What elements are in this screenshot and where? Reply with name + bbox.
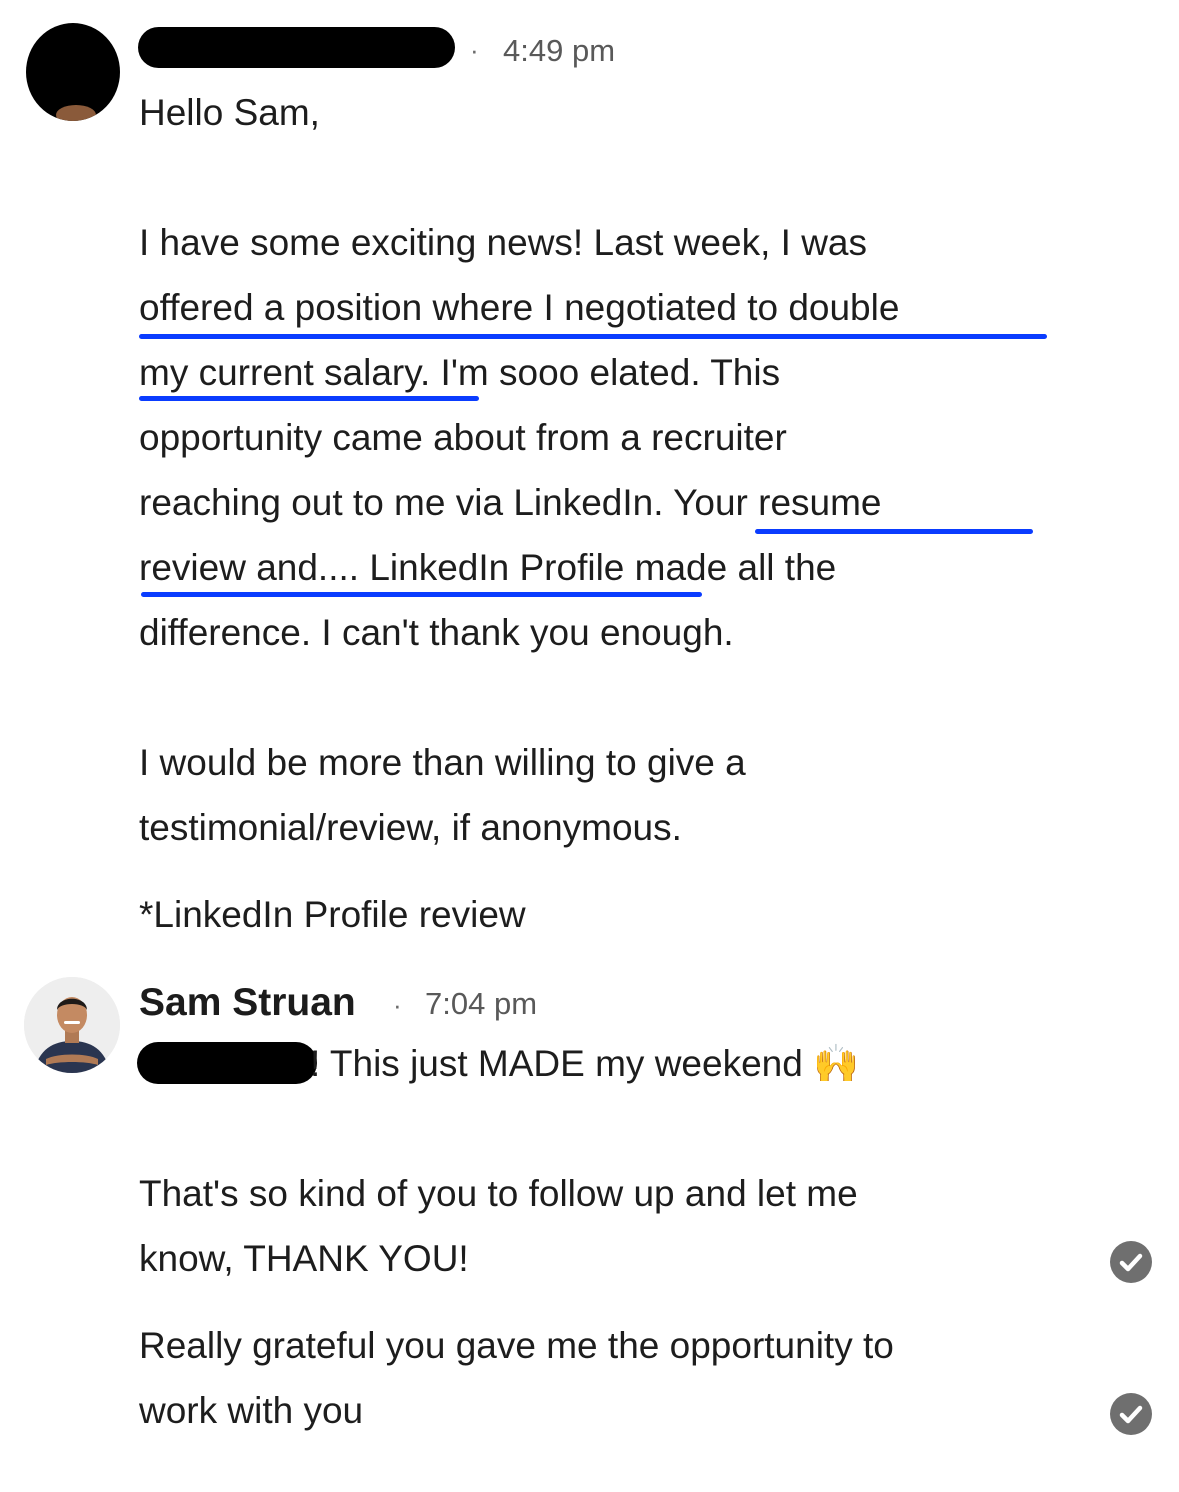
message-line: testimonial/review, if anonymous. [139,807,682,848]
message-line: opportunity came about from a recruiter [139,417,787,458]
highlight-underline [139,334,1047,339]
sender-name[interactable]: Sam Struan [139,983,356,1022]
meta-separator: · [393,990,402,1020]
message-line: review and.... LinkedIn Profile made all… [139,547,837,588]
highlight-underline [755,529,1033,534]
message-line: *LinkedIn Profile review [139,894,526,935]
highlight-underline [139,396,479,401]
message-line: offered a position where I negotiated to… [139,287,900,328]
profile-photo [24,977,120,1073]
message-line: Hello Sam, [139,92,320,133]
message-line: That's so kind of you to follow up and l… [139,1173,858,1214]
check-circle-icon [1110,1241,1152,1283]
message-line: Really grateful you gave me the opportun… [139,1325,894,1366]
message-line: reaching out to me via LinkedIn. Your re… [139,482,882,523]
message-line: ! This just MADE my weekend 🙌 [310,1043,860,1084]
message-line: work with you [139,1390,364,1431]
avatar-visible-edge [56,105,96,121]
message-line: I would be more than willing to give a [139,742,746,783]
meta-separator: · [470,35,479,65]
message-line: know, THANK YOU! [139,1238,469,1279]
sender-avatar-redacted[interactable] [26,23,120,121]
message-line: difference. I can't thank you enough. [139,612,734,653]
sender-avatar[interactable] [24,977,120,1073]
message-timestamp: 7:04 pm [425,986,538,1021]
message-timestamp: 4:49 pm [503,33,616,68]
sender-name-redacted [138,27,455,68]
check-circle-icon [1110,1393,1152,1435]
recipient-name-redacted [137,1042,317,1084]
message-line: I have some exciting news! Last week, I … [139,222,868,263]
message-line: my current salary. I'm sooo elated. This [139,352,781,393]
highlight-underline [141,592,702,597]
